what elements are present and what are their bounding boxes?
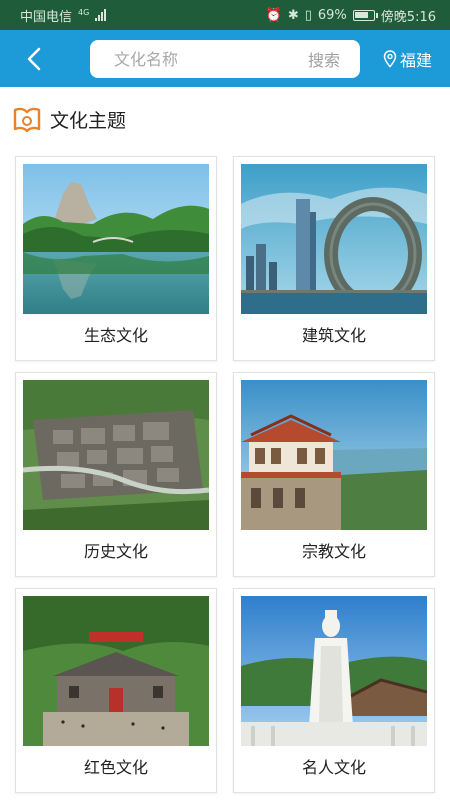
network-label: 4G [78,7,90,17]
card-label: 建筑文化 [301,326,366,345]
battery-icon [352,9,378,21]
religion-image [241,380,427,530]
ecology-image [23,164,209,314]
battery-percent: 69% [317,7,347,23]
card-label: 名人文化 [301,758,366,777]
card-architecture-culture[interactable]: 建筑文化 [233,156,435,361]
carrier-label: 中国电信 [20,9,73,25]
clock-time: 傍晚5:16 [380,9,436,25]
location-pin-icon [383,50,397,68]
back-button[interactable] [20,44,50,74]
bluetooth-icon: ✱ [287,7,299,23]
card-history-culture[interactable]: 历史文化 [15,372,217,577]
card-label: 宗教文化 [301,542,366,561]
red-culture-image [23,596,209,746]
search-input[interactable] [114,49,284,69]
status-bar: 中国电信 4G ⏰ ✱ ▯ 69% 傍晚5:16 [0,0,450,30]
signal-icon [95,9,107,21]
vibrate-icon: ▯ [304,7,312,23]
card-label: 生态文化 [83,326,148,345]
card-red-culture[interactable]: 红色文化 [15,588,217,793]
section-title: 文化主题 [50,109,127,132]
book-icon [13,107,41,133]
alarm-icon: ⏰ [265,7,282,23]
card-celebrity-culture[interactable]: 名人文化 [233,588,435,793]
card-label: 历史文化 [83,542,148,561]
section-header: 文化主题 [12,105,126,133]
card-religion-culture[interactable]: 宗教文化 [233,372,435,577]
location-label: 福建 [399,51,432,70]
architecture-image [241,164,427,314]
top-header: 搜索 福建 [0,30,450,87]
search-button[interactable]: 搜索 [308,47,340,71]
history-image [23,380,209,530]
search-box: 搜索 [90,40,360,78]
back-arrow-icon [27,47,41,71]
card-ecology-culture[interactable]: 生态文化 [15,156,217,361]
location-selector[interactable]: 福建 [383,47,432,71]
card-label: 红色文化 [83,758,148,777]
celebrity-image [241,596,427,746]
